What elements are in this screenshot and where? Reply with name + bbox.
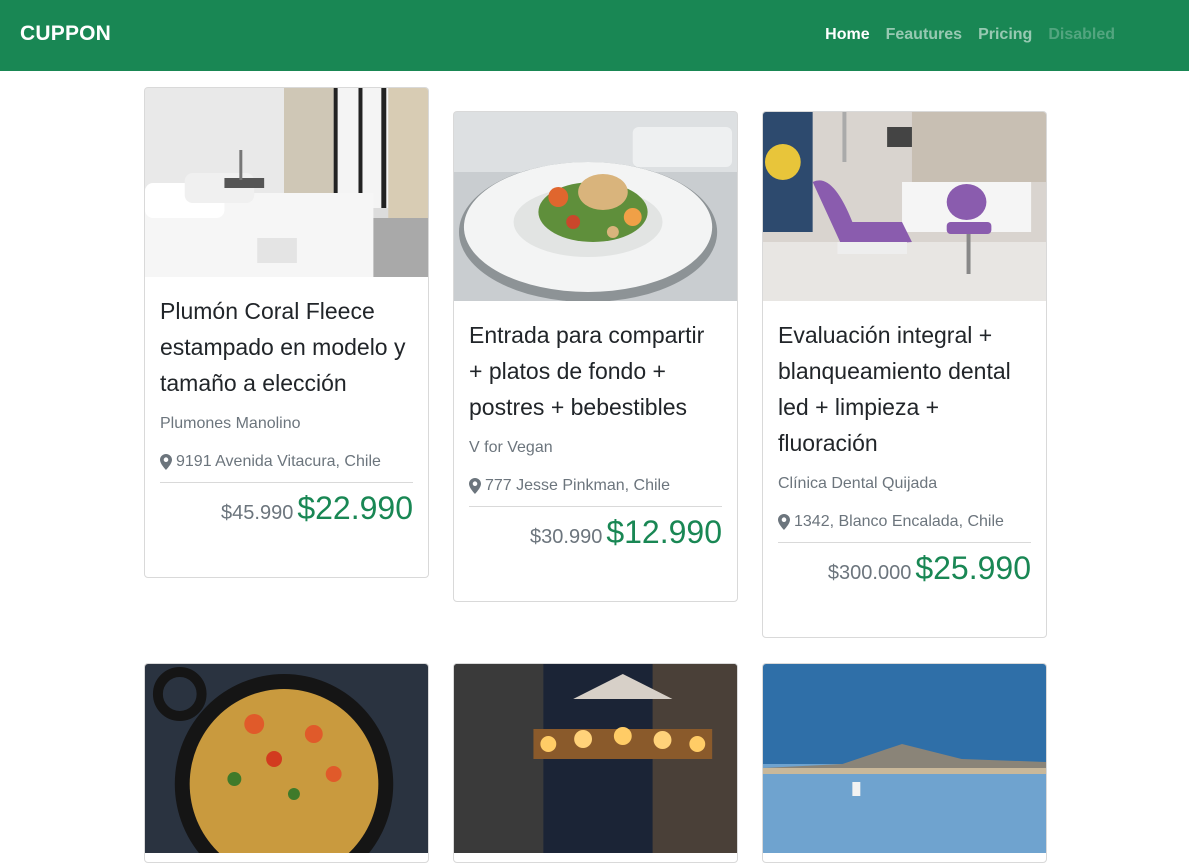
- dental-clinic-photo: [763, 112, 1046, 301]
- card-title[interactable]: Entrada para compartir + platos de fondo…: [469, 317, 722, 425]
- card-title[interactable]: Plumón Coral Fleece estampado en modelo …: [160, 293, 413, 401]
- deal-card-carousel[interactable]: [453, 663, 738, 863]
- nav-link-disabled: Disabled: [1048, 26, 1115, 43]
- card-address: 9191 Avenida Vitacura, Chile: [160, 452, 413, 472]
- nav-link-pricing[interactable]: Pricing: [970, 25, 1040, 44]
- card-address: 777 Jesse Pinkman, Chile: [469, 476, 722, 496]
- old-price: $45.990: [221, 502, 294, 524]
- food-plate-photo: [454, 112, 737, 301]
- old-price: $300.000: [827, 562, 912, 584]
- new-price: $12.990: [606, 514, 722, 550]
- deal-card-vegan[interactable]: Entrada para compartir + platos de fondo…: [453, 111, 738, 602]
- old-price: $30.990: [530, 526, 603, 548]
- deal-card-lake[interactable]: [762, 663, 1047, 863]
- address-text: 1342, Blanco Encalada, Chile: [794, 513, 1004, 530]
- brand-logo[interactable]: CUPPON: [20, 22, 111, 46]
- address-text: 777 Jesse Pinkman, Chile: [485, 477, 670, 494]
- deal-card-bedding[interactable]: Plumón Coral Fleece estampado en modelo …: [144, 87, 429, 578]
- card-price: $45.990 $22.990: [160, 482, 413, 535]
- nav-link-features[interactable]: Feautures: [878, 25, 970, 44]
- card-address: 1342, Blanco Encalada, Chile: [778, 512, 1031, 532]
- map-marker-icon: [160, 454, 172, 470]
- card-vendor: Plumones Manolino: [160, 415, 301, 432]
- card-vendor: Clínica Dental Quijada: [778, 475, 938, 492]
- pasta-pan-photo: [145, 664, 428, 853]
- address-text: 9191 Avenida Vitacura, Chile: [176, 453, 381, 470]
- new-price: $25.990: [915, 550, 1031, 586]
- map-marker-icon: [778, 514, 790, 530]
- carousel-night-photo: [454, 664, 737, 853]
- deal-card-pasta[interactable]: [144, 663, 429, 863]
- salt-lake-photo: [763, 664, 1046, 853]
- bedroom-photo: [145, 88, 428, 277]
- navbar: CUPPON Home Feautures Pricing Disabled: [0, 0, 1189, 71]
- card-price: $30.990 $12.990: [469, 506, 722, 559]
- card-price: $300.000 $25.990: [778, 542, 1031, 595]
- card-title[interactable]: Evaluación integral + blanqueamiento den…: [778, 317, 1031, 461]
- new-price: $22.990: [297, 490, 413, 526]
- map-marker-icon: [469, 478, 481, 494]
- nav-links: Home Feautures Pricing Disabled: [817, 25, 1123, 44]
- deal-card-dental[interactable]: Evaluación integral + blanqueamiento den…: [762, 111, 1047, 638]
- nav-link-home[interactable]: Home: [817, 25, 877, 44]
- card-vendor: V for Vegan: [469, 439, 553, 456]
